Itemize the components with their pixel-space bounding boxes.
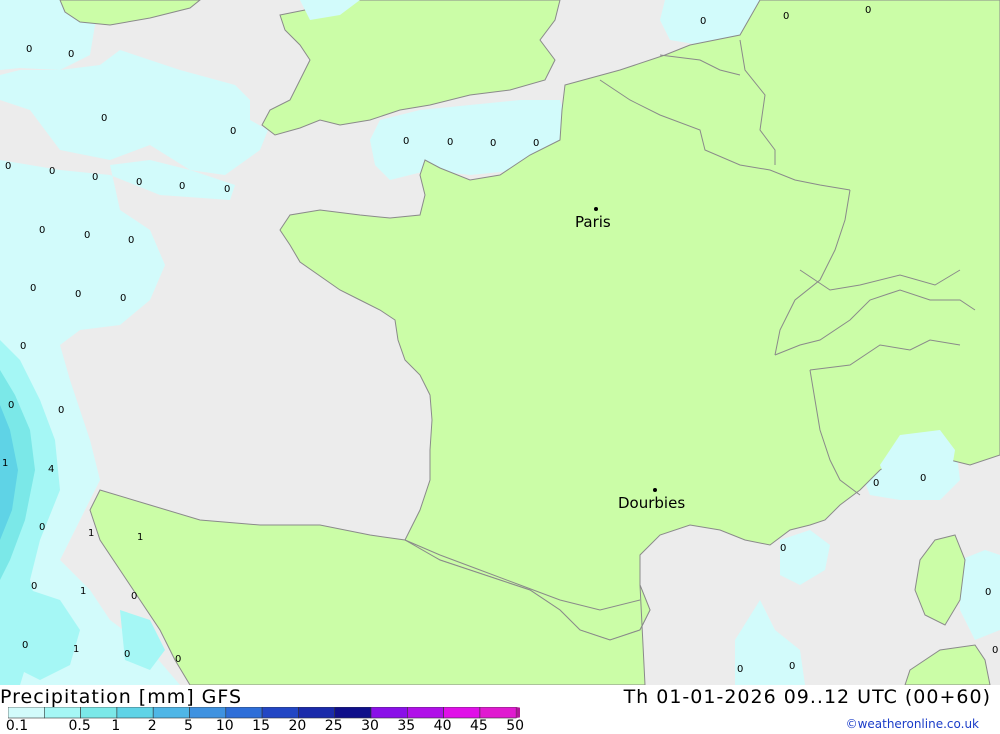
legend-tick-label: 0.5 bbox=[68, 718, 91, 734]
contour-label: 0 bbox=[403, 136, 409, 147]
contour-label: 0 bbox=[136, 177, 142, 188]
legend-tick-label: 15 bbox=[252, 718, 271, 734]
contour-label: 0 bbox=[783, 11, 789, 22]
contour-label: 0 bbox=[26, 44, 32, 55]
city-marker-dourbies bbox=[653, 488, 657, 492]
contour-label: 0 bbox=[58, 405, 64, 416]
contour-label: 0 bbox=[75, 289, 81, 300]
legend-swatch bbox=[43, 707, 81, 719]
contour-label: 0 bbox=[131, 591, 137, 602]
contour-label: 0 bbox=[49, 166, 55, 177]
contour-label: 0 bbox=[865, 5, 871, 16]
legend-swatch bbox=[116, 707, 154, 719]
contour-label: 0 bbox=[780, 543, 786, 554]
city-label-paris: Paris bbox=[575, 213, 611, 231]
contour-label: 0 bbox=[789, 661, 795, 672]
legend-tick-label: 1 bbox=[111, 718, 121, 734]
legend-swatch bbox=[334, 707, 372, 719]
credit-link[interactable]: ©weatheronline.co.uk bbox=[846, 717, 979, 731]
city-marker-paris bbox=[594, 207, 598, 211]
legend-tick-label: 35 bbox=[397, 718, 416, 734]
legend-swatch bbox=[479, 707, 517, 719]
contour-label: 0 bbox=[920, 473, 926, 484]
legend-swatch bbox=[152, 707, 190, 719]
legend-swatch bbox=[261, 707, 299, 719]
contour-label: 0 bbox=[22, 640, 28, 651]
legend-swatch bbox=[298, 707, 335, 719]
contour-label: 1 bbox=[73, 644, 79, 655]
contour-label: 0 bbox=[992, 645, 998, 656]
legend-tick-label: 5 bbox=[184, 718, 193, 734]
legend-swatch-max bbox=[516, 707, 520, 718]
legend-swatch bbox=[80, 707, 118, 719]
contour-label: 0 bbox=[224, 184, 230, 195]
legend-tick-label: 2 bbox=[147, 718, 157, 734]
contour-label: 0 bbox=[120, 293, 126, 304]
contour-label: 0 bbox=[873, 478, 879, 489]
contour-label: 0 bbox=[533, 138, 539, 149]
legend-swatch bbox=[8, 707, 45, 719]
contour-label: 0 bbox=[39, 225, 45, 236]
contour-label: 0 bbox=[8, 400, 14, 411]
legend-swatch bbox=[406, 707, 444, 719]
legend-swatch bbox=[225, 707, 263, 719]
contour-label: 0 bbox=[5, 161, 11, 172]
contour-label: 0 bbox=[700, 16, 706, 27]
contour-label: 1 bbox=[88, 528, 94, 539]
contour-label: 0 bbox=[92, 172, 98, 183]
legend-tick-label: 0.1 bbox=[5, 718, 29, 734]
city-label-dourbies: Dourbies bbox=[618, 494, 685, 512]
contour-label: 1 bbox=[80, 586, 86, 597]
legend-swatch bbox=[443, 707, 481, 719]
contour-label: 0 bbox=[68, 49, 74, 60]
map-title: Precipitation [mm] GFS bbox=[0, 686, 243, 708]
contour-label: 0 bbox=[39, 522, 45, 533]
legend-tick-label: 25 bbox=[324, 718, 343, 734]
contour-label: 0 bbox=[985, 587, 991, 598]
legend-tick-label: 20 bbox=[288, 718, 307, 734]
contour-label: 0 bbox=[128, 235, 134, 246]
contour-label: 1 bbox=[137, 532, 143, 543]
contour-label: 4 bbox=[48, 464, 54, 475]
legend-tick-label: 30 bbox=[361, 718, 379, 734]
contour-label: 0 bbox=[490, 138, 496, 149]
contour-label: 0 bbox=[230, 126, 236, 137]
contour-label: 0 bbox=[31, 581, 37, 592]
contour-label: 0 bbox=[447, 137, 453, 148]
map-footer: Precipitation [mm] GFS Th 01-01-2026 09.… bbox=[0, 685, 1000, 734]
contour-label: 0 bbox=[84, 230, 90, 241]
contour-label: 0 bbox=[101, 113, 107, 124]
precipitation-map: Paris Dourbies 0 0 0 0 0 0 0 0 0 0 0 0 0… bbox=[0, 0, 1000, 685]
forecast-timestamp: Th 01-01-2026 09..12 UTC (00+60) bbox=[623, 686, 991, 708]
legend-swatch bbox=[189, 707, 227, 719]
contour-label: 1 bbox=[2, 458, 8, 469]
contour-label: 0 bbox=[20, 341, 26, 352]
legend-tick-label: 10 bbox=[215, 718, 234, 734]
contour-label: 0 bbox=[737, 664, 743, 675]
legend-tick-label: 40 bbox=[433, 718, 452, 734]
contour-label: 0 bbox=[30, 283, 36, 294]
precipitation-legend-labels: 0.1 0.5 1 2 5 10 15 20 25 30 35 40 45 50 bbox=[0, 718, 524, 734]
legend-swatch bbox=[370, 707, 408, 719]
legend-tick-label: 45 bbox=[469, 718, 488, 734]
legend-tick-label: 50 bbox=[506, 718, 525, 734]
contour-label: 0 bbox=[124, 649, 130, 660]
contour-label: 0 bbox=[179, 181, 185, 192]
contour-label: 0 bbox=[175, 654, 181, 665]
